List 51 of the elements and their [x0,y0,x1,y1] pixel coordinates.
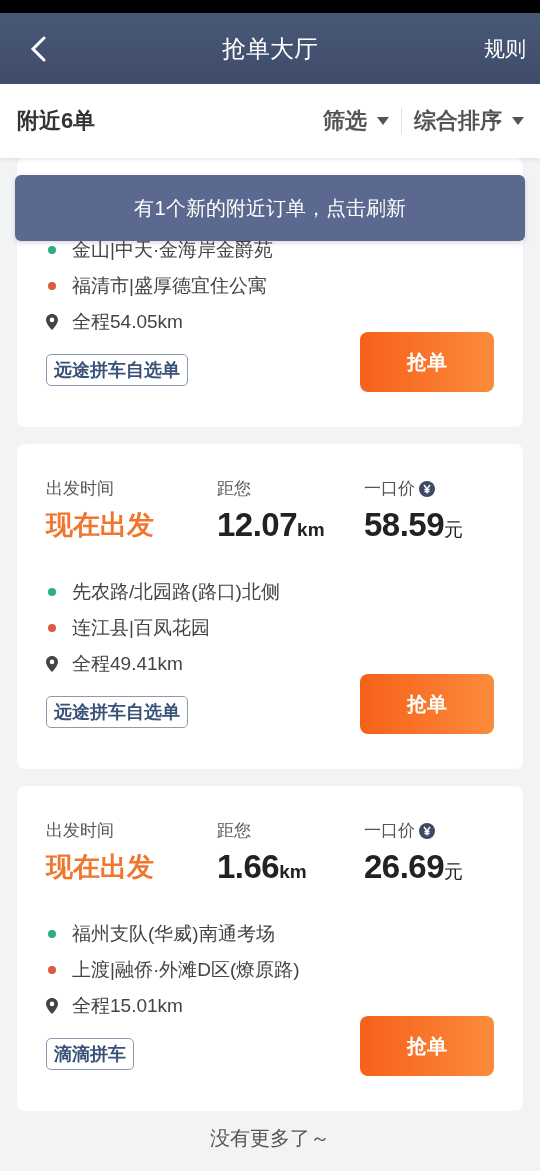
total-distance: 全程15.01km [72,994,183,1018]
distance-label: 距您 [217,821,252,841]
location-pin-icon [46,998,58,1014]
end-dot-icon [48,966,56,974]
end-address: 福清市|盛厚德宜住公寓 [72,274,267,298]
grab-order-button[interactable]: 抢单 [360,332,494,392]
end-dot-icon [48,282,56,290]
distance-value: 12.07 [217,505,298,545]
total-distance: 全程54.05km [72,310,183,334]
back-icon[interactable] [30,35,46,62]
departure-label: 出发时间 [46,479,115,499]
order-type-tag: 滴滴拼车 [46,1038,134,1070]
grab-order-button[interactable]: 抢单 [360,674,494,734]
nearby-count: 附近6单 [17,107,96,135]
departure-time: 现在出发 [46,509,154,542]
price-unit: 元 [444,519,464,542]
price-unit: 元 [444,861,464,884]
yen-icon [419,823,435,839]
start-dot-icon [48,246,56,254]
sort-dropdown[interactable]: 综合排序 [414,106,524,136]
caret-icon [512,117,524,125]
caret-icon [377,117,389,125]
departure-time: 现在出发 [46,851,154,884]
start-dot-icon [48,588,56,596]
price-value: 26.69 [364,847,445,887]
end-of-list-text: 没有更多了～ [210,1125,330,1151]
end-address: 连江县|百凤花园 [72,616,210,640]
location-pin-icon [46,656,58,672]
distance-label: 距您 [217,479,252,499]
grab-order-button[interactable]: 抢单 [360,1016,494,1076]
location-pin-icon [46,314,58,330]
page-title: 抢单大厅 [222,34,318,62]
start-address: 先农路/北园路(路口)北侧 [72,580,280,604]
end-dot-icon [48,624,56,632]
distance-unit: km [279,861,307,884]
price-label: 一口价 [364,821,415,841]
end-address: 上渡|融侨·外滩D区(燎原路) [72,958,300,982]
departure-label: 出发时间 [46,821,115,841]
order-type-tag: 远途拼车自选单 [46,696,188,728]
yen-icon [419,481,435,497]
order-type-tag: 远途拼车自选单 [46,354,188,386]
price-label: 一口价 [364,479,415,499]
start-dot-icon [48,930,56,938]
distance-value: 1.66 [217,847,280,887]
distance-unit: km [297,518,325,542]
filter-dropdown[interactable]: 筛选 [323,106,389,136]
total-distance: 全程49.41km [72,652,183,676]
start-address: 金山|中天·金海岸金爵苑 [72,238,274,262]
rules-link[interactable]: 规则 [484,34,526,63]
start-address: 福州支队(华威)南通考场 [72,922,275,946]
price-value: 58.59 [364,505,445,545]
